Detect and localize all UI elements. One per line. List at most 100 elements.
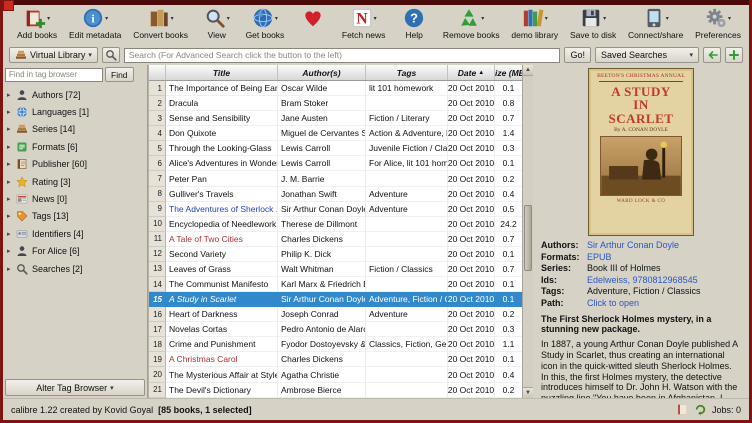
- expand-arrow-icon[interactable]: ▸: [7, 178, 16, 186]
- column-header-gutter: [149, 65, 166, 80]
- table-row[interactable]: 20The Mysterious Affair at StylesAgatha …: [149, 367, 533, 382]
- table-row[interactable]: 1The Importance of Being Ear...Oscar Wil…: [149, 81, 533, 96]
- table-row[interactable]: 2DraculaBram Stoker20 Oct 20100.8: [149, 96, 533, 111]
- book-details-toggle-icon[interactable]: [676, 403, 689, 416]
- expand-arrow-icon[interactable]: ▸: [7, 230, 16, 238]
- window-titlebar[interactable]: [3, 0, 749, 5]
- table-row[interactable]: 15A Study in ScarletSir Arthur Conan Doy…: [149, 292, 533, 307]
- row-number: 5: [149, 141, 166, 156]
- table-row[interactable]: 17Novelas CortasPedro Antonio de Alarcón…: [149, 322, 533, 337]
- field-value[interactable]: EPUB: [587, 252, 612, 264]
- table-row[interactable]: 14The Communist ManifestoKarl Marx & Fri…: [149, 277, 533, 292]
- toolbar-remove-books-button[interactable]: ▾Remove books: [443, 7, 500, 40]
- sidebar-item-news[interactable]: ▸News [0]: [3, 190, 147, 207]
- field-value[interactable]: Click to open: [587, 298, 639, 310]
- sidebar-item-authors[interactable]: ▸Authors [72]: [3, 86, 147, 103]
- jobs-count[interactable]: Jobs: 0: [712, 405, 741, 415]
- tag-browser-find-input[interactable]: [5, 68, 103, 82]
- toolbar-connect-share-button[interactable]: ▾Connect/share: [628, 7, 683, 40]
- cell-tags: Adventure: [366, 307, 448, 322]
- expand-arrow-icon[interactable]: ▸: [7, 212, 16, 220]
- expand-arrow-icon[interactable]: ▸: [7, 91, 16, 99]
- tag-browser-find-button[interactable]: Find: [105, 67, 134, 82]
- chevron-down-icon: ▾: [689, 51, 693, 59]
- expand-arrow-icon[interactable]: ▸: [7, 247, 16, 255]
- sidebar-item-publisher[interactable]: ▸Publisher [60]: [3, 156, 147, 173]
- toolbar-help-button[interactable]: ?Help: [397, 7, 431, 40]
- table-row[interactable]: 13Leaves of GrassWalt WhitmanFiction / C…: [149, 262, 533, 277]
- table-row[interactable]: 10Encyclopedia of NeedleworkTherese de D…: [149, 217, 533, 232]
- table-row[interactable]: 7Peter PanJ. M. Barrie20 Oct 20100.2: [149, 171, 533, 186]
- table-row[interactable]: 19A Christmas CarolCharles Dickens20 Oct…: [149, 352, 533, 367]
- edit-metadata-icon: i: [82, 7, 104, 29]
- cell-date: 20 Oct 2010: [448, 277, 495, 292]
- table-row[interactable]: 8Gulliver's TravelsJonathan SwiftAdventu…: [149, 187, 533, 202]
- cell-title: Through the Looking-Glass: [166, 141, 278, 156]
- sidebar-item-rating[interactable]: ▸Rating [3]: [3, 173, 147, 190]
- column-header-tags[interactable]: Tags: [366, 65, 448, 80]
- toolbar-add-books-button[interactable]: ▾Add books: [17, 7, 57, 40]
- table-row[interactable]: 5Through the Looking-GlassLewis CarrollJ…: [149, 141, 533, 156]
- row-number: 16: [149, 307, 166, 322]
- toolbar-edit-metadata-button[interactable]: i▾Edit metadata: [69, 7, 121, 40]
- toolbar-preferences-button[interactable]: ▾Preferences: [695, 7, 741, 40]
- field-value[interactable]: Sir Arthur Conan Doyle: [587, 240, 679, 252]
- toolbar-get-books-button[interactable]: ▾Get books: [246, 7, 285, 40]
- sidebar-item-languages[interactable]: ▸Languages [1]: [3, 103, 147, 120]
- toolbar-save-to-disk-button[interactable]: ▾Save to disk: [570, 7, 616, 40]
- search-input[interactable]: [124, 48, 561, 63]
- expand-arrow-icon[interactable]: ▸: [7, 160, 16, 168]
- virtual-library-button[interactable]: Virtual Library ▾: [9, 47, 98, 63]
- scrollbar-thumb[interactable]: [524, 205, 532, 272]
- table-row[interactable]: 4Don QuixoteMiguel de Cervantes Saa...Ac…: [149, 126, 533, 141]
- copy-search-button[interactable]: [703, 47, 721, 63]
- jobs-spinner-icon[interactable]: [694, 403, 707, 416]
- expand-arrow-icon[interactable]: ▸: [7, 143, 16, 151]
- book-cover[interactable]: BEETON'S CHRISTMAS ANNUAL A STUDY IN SCA…: [588, 68, 694, 236]
- sidebar-item-searches[interactable]: ▸Searches [2]: [3, 260, 147, 277]
- cover-title: A STUDY IN SCARLET: [609, 85, 674, 125]
- alter-tag-browser-button[interactable]: Alter Tag Browser ▾: [5, 379, 145, 396]
- table-row[interactable]: 18Crime and PunishmentFyodor Dostoyevsky…: [149, 337, 533, 352]
- search-options-button[interactable]: [102, 47, 120, 63]
- cell-tags: Action & Adventure, Ficti...: [366, 126, 448, 141]
- window-icon[interactable]: [3, 0, 14, 11]
- toolbar-fetch-news-button[interactable]: N▾Fetch news: [342, 7, 385, 40]
- scroll-down-icon[interactable]: ▼: [523, 387, 533, 398]
- toolbar-view-button[interactable]: ▾View: [200, 7, 234, 40]
- column-header-author-s-[interactable]: Author(s): [278, 65, 366, 80]
- toolbar-library-button[interactable]: ▾demo library: [511, 7, 558, 40]
- expand-arrow-icon[interactable]: ▸: [7, 108, 16, 116]
- add-saved-search-button[interactable]: [725, 47, 743, 63]
- expand-arrow-icon[interactable]: ▸: [7, 265, 16, 273]
- table-row[interactable]: 12Second VarietyPhilip K. Dick20 Oct 201…: [149, 247, 533, 262]
- sidebar-item-for-alice[interactable]: ▸For Alice [6]: [3, 243, 147, 260]
- column-header-title[interactable]: Title: [166, 65, 278, 80]
- search-go-button[interactable]: Go!: [564, 47, 591, 63]
- sidebar-item-identifiers[interactable]: ▸Identifiers [4]: [3, 225, 147, 242]
- column-header-size-mb-[interactable]: Size (MB): [495, 65, 523, 80]
- table-row[interactable]: 21The Devil's DictionaryAmbrose Bierce20…: [149, 383, 533, 398]
- library-icon: [15, 49, 27, 61]
- table-row[interactable]: 6Alice's Adventures in Wonder...Lewis Ca…: [149, 156, 533, 171]
- expand-arrow-icon[interactable]: ▸: [7, 195, 16, 203]
- cell-title: A Study in Scarlet: [166, 292, 278, 307]
- toolbar-convert-books-button[interactable]: ▾Convert books: [133, 7, 188, 40]
- table-row[interactable]: 9The Adventures of Sherlock ...Sir Arthu…: [149, 202, 533, 217]
- toolbar-donate-button[interactable]: [296, 7, 330, 29]
- cell-title: A Christmas Carol: [166, 352, 278, 367]
- column-header-date[interactable]: Date▲: [448, 65, 495, 80]
- expand-arrow-icon[interactable]: ▸: [7, 125, 16, 133]
- cell-title: Crime and Punishment: [166, 337, 278, 352]
- cell-authors: Jonathan Swift: [278, 187, 366, 202]
- saved-searches-dropdown[interactable]: Saved Searches ▾: [595, 47, 699, 63]
- table-row[interactable]: 11A Tale of Two CitiesCharles Dickens20 …: [149, 232, 533, 247]
- sidebar-item-formats[interactable]: ▸Formats [6]: [3, 138, 147, 155]
- field-value[interactable]: Edelweiss, 9780812968545: [587, 275, 698, 287]
- sidebar-item-tags[interactable]: ▸Tags [13]: [3, 208, 147, 225]
- table-row[interactable]: 16Heart of DarknessJoseph ConradAdventur…: [149, 307, 533, 322]
- table-scrollbar[interactable]: ▲ ▼: [522, 65, 533, 398]
- table-row[interactable]: 3Sense and SensibilityJane AustenFiction…: [149, 111, 533, 126]
- scroll-up-icon[interactable]: ▲: [523, 65, 533, 76]
- sidebar-item-series[interactable]: ▸Series [14]: [3, 121, 147, 138]
